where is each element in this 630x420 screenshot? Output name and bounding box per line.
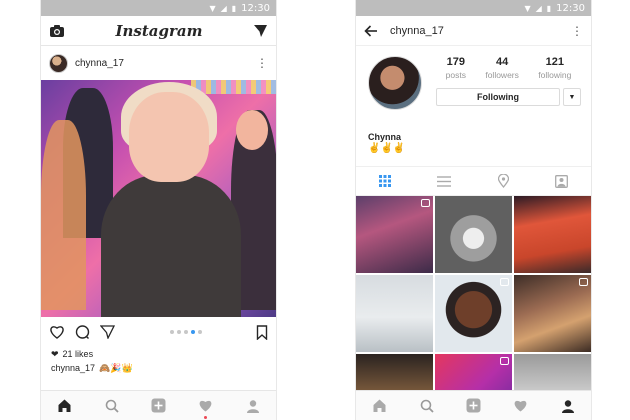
- avatar[interactable]: [49, 53, 68, 73]
- multi-photo-icon: [421, 199, 430, 207]
- stat-label: followers: [485, 70, 519, 80]
- caption-text: 🙈🎉👑: [99, 362, 133, 373]
- post-username[interactable]: chynna_17: [75, 58, 249, 69]
- profile-stats-area: 179 posts 44 followers 121 following Fol…: [422, 56, 581, 132]
- activity-icon[interactable]: [509, 394, 533, 418]
- likes-text: 21 likes: [62, 349, 94, 359]
- add-icon[interactable]: [147, 394, 171, 418]
- search-icon[interactable]: [415, 394, 439, 418]
- app-logo: Instagram: [115, 21, 203, 40]
- status-time: 12:30: [556, 2, 585, 14]
- likes-count[interactable]: ❤ 21 likes: [41, 347, 276, 361]
- post-actions: [41, 317, 276, 347]
- post-header: chynna_17 ⋮: [41, 46, 276, 80]
- profile-screen: ▼ ◢ ▮ 12:30 chynna_17 ⋮ 179 posts 44 fol…: [355, 0, 592, 420]
- bio-text: ✌✌✌: [368, 143, 406, 154]
- post-caption: chynna_17 🙈🎉👑: [41, 361, 276, 375]
- stat-value: 44: [495, 56, 509, 68]
- video-icon: [500, 278, 509, 286]
- signal-icon: ◢: [220, 3, 227, 13]
- tagged-icon[interactable]: [554, 174, 568, 188]
- bottom-nav: [356, 390, 591, 420]
- grid-photo[interactable]: [514, 196, 591, 273]
- photo-person-face: [236, 110, 268, 150]
- stat-value: 179: [446, 56, 466, 68]
- add-icon[interactable]: [462, 394, 486, 418]
- avatar[interactable]: [368, 56, 422, 110]
- stat-label: following: [538, 70, 572, 80]
- share-icon[interactable]: [100, 325, 115, 339]
- feed-header: Instagram: [41, 16, 276, 46]
- stat-value: 121: [545, 56, 564, 68]
- profile-icon[interactable]: [241, 394, 265, 418]
- carousel-dot: [176, 330, 181, 334]
- grid-icon[interactable]: [379, 175, 392, 187]
- stat-following[interactable]: 121 following: [538, 56, 571, 80]
- list-icon[interactable]: [437, 175, 452, 187]
- more-icon[interactable]: ⋮: [256, 57, 268, 69]
- profile-username: chynna_17: [390, 24, 444, 37]
- status-bar: ▼ ◢ ▮ 12:30: [356, 0, 591, 16]
- profile-header: chynna_17 ⋮: [356, 16, 591, 46]
- notification-dot: [203, 415, 207, 419]
- photo-person: [41, 120, 86, 310]
- photo-grid: [356, 196, 591, 420]
- heart-icon[interactable]: [49, 325, 65, 339]
- camera-icon[interactable]: [49, 24, 65, 38]
- signal-icon: ◢: [535, 3, 542, 13]
- carousel-dot: [169, 330, 174, 334]
- multi-photo-icon: [500, 357, 509, 365]
- stat-followers[interactable]: 44 followers: [485, 56, 519, 80]
- photo-decoration: [191, 80, 276, 94]
- back-arrow-icon[interactable]: [364, 24, 378, 37]
- photo-person-body: [101, 175, 241, 317]
- grid-photo[interactable]: [435, 196, 512, 273]
- follow-row: Following ▼: [436, 88, 581, 106]
- photo-person-face: [129, 92, 209, 182]
- status-time: 12:30: [241, 2, 270, 14]
- carousel-dot: [197, 330, 202, 334]
- comment-icon[interactable]: [75, 324, 90, 340]
- profile-bio: Chynna ✌✌✌: [356, 132, 591, 164]
- following-button[interactable]: Following: [436, 88, 560, 106]
- more-icon[interactable]: ⋮: [571, 25, 583, 37]
- stat-posts[interactable]: 179 posts: [446, 56, 466, 80]
- bottom-nav: [41, 390, 276, 420]
- caption-username[interactable]: chynna_17: [51, 363, 95, 373]
- feed-screen: ▼ ◢ ▮ 12:30 Instagram chynna_17 ⋮ ❤ 21 l…: [40, 0, 277, 420]
- activity-icon[interactable]: [194, 394, 218, 419]
- wifi-icon: ▼: [209, 3, 216, 13]
- grid-photo[interactable]: [514, 275, 591, 352]
- carousel-dot-active: [190, 330, 195, 334]
- search-icon[interactable]: [100, 394, 124, 418]
- profile-stats: 179 posts 44 followers 121 following: [436, 56, 581, 80]
- battery-icon: ▮: [546, 3, 552, 13]
- grid-photo[interactable]: [435, 275, 512, 352]
- bio-name: Chynna: [368, 132, 402, 142]
- carousel-dot: [183, 330, 188, 334]
- location-icon[interactable]: [497, 174, 509, 188]
- heart-icon: ❤: [51, 348, 59, 359]
- status-bar: ▼ ◢ ▮ 12:30: [41, 0, 276, 16]
- profile-summary: 179 posts 44 followers 121 following Fol…: [356, 46, 591, 132]
- battery-icon: ▮: [231, 3, 237, 13]
- video-icon: [579, 278, 588, 286]
- chevron-down-icon[interactable]: ▼: [563, 88, 581, 106]
- stat-label: posts: [445, 70, 466, 80]
- wifi-icon: ▼: [524, 3, 531, 13]
- grid-photo[interactable]: [356, 275, 433, 352]
- post-photo[interactable]: [41, 80, 276, 317]
- home-icon[interactable]: [368, 394, 392, 418]
- grid-photo[interactable]: [356, 196, 433, 273]
- profile-icon[interactable]: [556, 394, 580, 418]
- carousel-indicator: [125, 330, 246, 334]
- bookmark-icon[interactable]: [256, 324, 268, 340]
- direct-send-icon[interactable]: [253, 24, 268, 38]
- home-icon[interactable]: [53, 394, 77, 418]
- profile-tabs: [356, 166, 591, 196]
